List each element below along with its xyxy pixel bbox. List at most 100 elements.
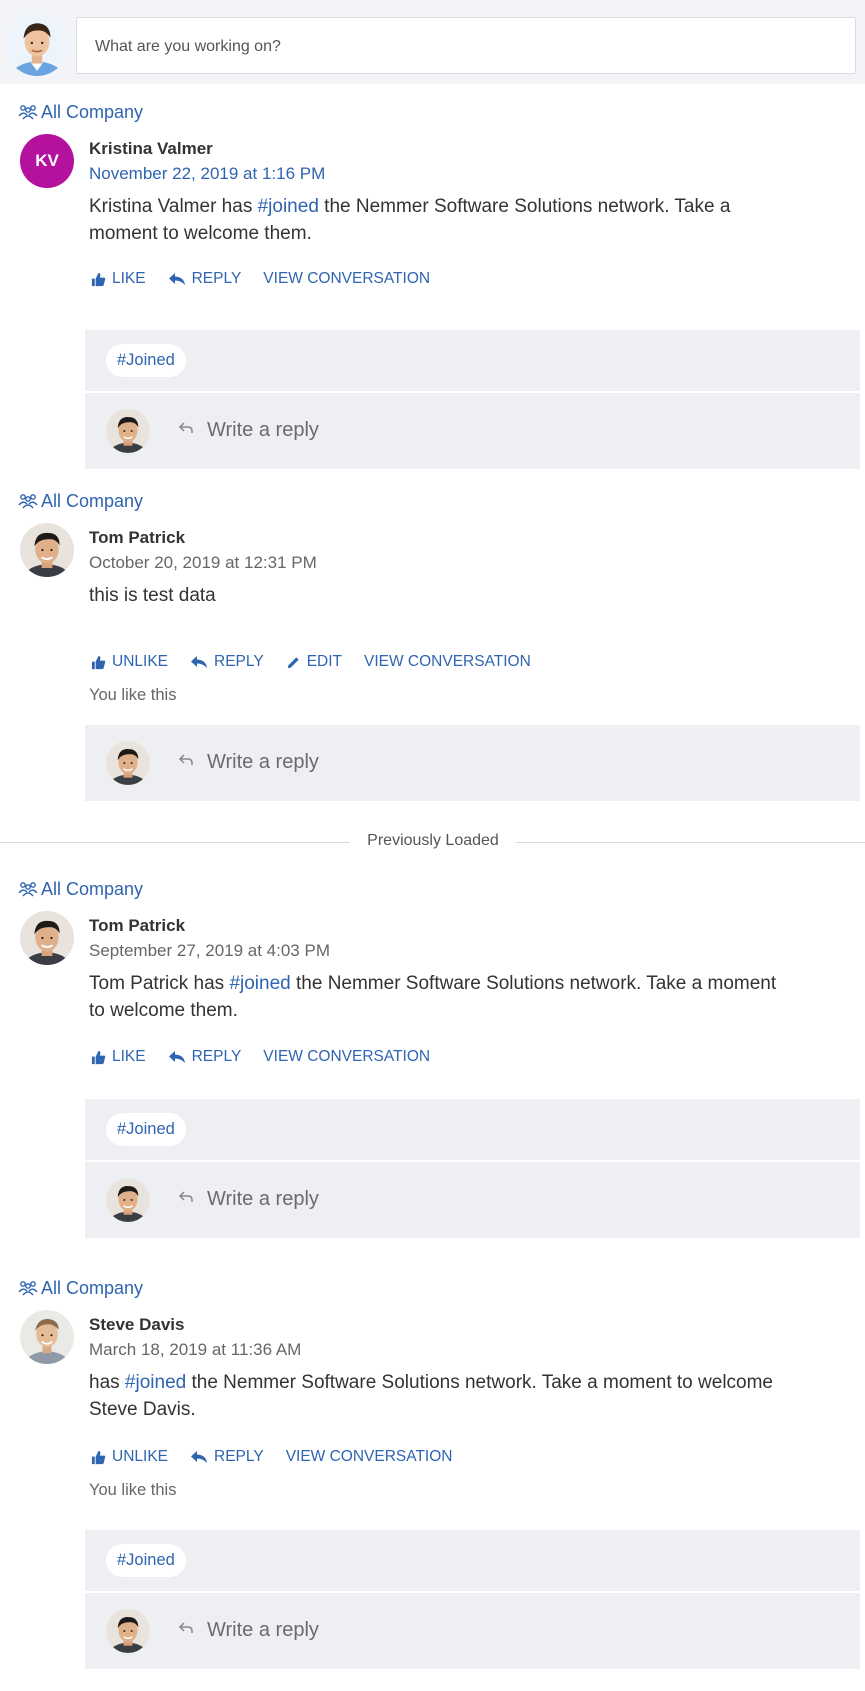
thumb-up-icon	[91, 272, 106, 287]
author-name[interactable]: Tom Patrick	[89, 916, 185, 936]
topic-tag[interactable]: #Joined	[106, 1113, 186, 1146]
post-actions: LIKE REPLY VIEW CONVERSATION	[91, 1048, 452, 1066]
reply-arrow-icon	[178, 421, 194, 435]
post-body-text: Tom Patrick has	[89, 973, 230, 994]
reply-input[interactable]: Write a reply	[207, 419, 319, 442]
view-conversation-label: VIEW CONVERSATION	[285, 1448, 453, 1465]
author-avatar[interactable]	[20, 523, 74, 577]
reply-button[interactable]: REPLY	[168, 1048, 242, 1066]
group-link[interactable]: All Company	[18, 1276, 143, 1300]
reply-button[interactable]: REPLY	[168, 270, 242, 288]
view-conversation-label: VIEW CONVERSATION	[263, 270, 431, 287]
like-label: LIKE	[112, 1048, 146, 1065]
reply-label: REPLY	[214, 653, 264, 670]
hashtag-link[interactable]: #joined	[125, 1372, 186, 1393]
reply-avatar	[106, 409, 150, 453]
post-body: has #joined the Nemmer Software Solution…	[89, 1369, 789, 1423]
group-link[interactable]: All Company	[18, 489, 143, 513]
topic-tags: #Joined	[85, 1099, 860, 1160]
reply-box[interactable]: Write a reply	[85, 725, 860, 801]
group-name[interactable]: All Company	[41, 1278, 143, 1299]
hashtag-link[interactable]: #joined	[229, 973, 290, 994]
current-user-avatar[interactable]	[6, 14, 68, 76]
reply-box[interactable]: Write a reply	[85, 1162, 860, 1238]
view-conversation-label: VIEW CONVERSATION	[364, 653, 531, 670]
group-name[interactable]: All Company	[41, 491, 143, 512]
edit-label: EDIT	[306, 653, 342, 670]
group-icon	[18, 104, 38, 120]
reply-label: REPLY	[191, 1048, 242, 1065]
post-actions: UNLIKE REPLY VIEW CONVERSATION	[91, 1448, 474, 1466]
reply-box[interactable]: Write a reply	[85, 1593, 860, 1669]
author-initials: KV	[35, 151, 59, 170]
group-icon	[18, 493, 38, 509]
author-avatar[interactable]: KV	[20, 134, 74, 188]
post-date[interactable]: November 22, 2019 at 1:16 PM	[89, 164, 325, 184]
reply-input[interactable]: Write a reply	[207, 1188, 319, 1211]
group-name[interactable]: All Company	[41, 879, 143, 900]
topic-tags: #Joined	[85, 1530, 860, 1591]
reply-arrow-icon	[178, 1190, 194, 1204]
group-link[interactable]: All Company	[18, 100, 143, 124]
topic-tags: #Joined	[85, 330, 860, 391]
view-conversation-label: VIEW CONVERSATION	[263, 1048, 431, 1065]
post-body-text: has	[89, 1372, 125, 1393]
author-name[interactable]: Kristina Valmer	[89, 139, 213, 159]
like-label: LIKE	[112, 270, 146, 287]
like-status: You like this	[89, 1481, 177, 1499]
reply-input[interactable]: Write a reply	[207, 1619, 319, 1642]
post-body-text: the Nemmer Software Solutions network. T…	[89, 1372, 773, 1420]
unlike-button[interactable]: UNLIKE	[91, 653, 168, 671]
post-actions: UNLIKE REPLY EDIT VIEW CONVERSATION	[91, 653, 553, 671]
reply-icon	[168, 1050, 186, 1064]
pencil-icon	[286, 655, 301, 670]
post-body-text: this is test data	[89, 585, 216, 606]
post-body: Kristina Valmer has #joined the Nemmer S…	[89, 193, 789, 247]
hashtag-link[interactable]: #joined	[258, 196, 319, 217]
reply-arrow-icon	[178, 753, 194, 767]
reply-avatar	[106, 1609, 150, 1653]
unlike-button[interactable]: UNLIKE	[91, 1448, 168, 1466]
group-name[interactable]: All Company	[41, 102, 143, 123]
view-conversation-button[interactable]: VIEW CONVERSATION	[263, 1048, 430, 1066]
author-avatar[interactable]	[20, 1310, 74, 1364]
topic-tag[interactable]: #Joined	[106, 344, 186, 377]
unlike-label: UNLIKE	[112, 1448, 168, 1465]
thumb-up-icon	[91, 1450, 106, 1465]
reply-input[interactable]: Write a reply	[207, 751, 319, 774]
reply-icon	[190, 655, 208, 669]
author-name[interactable]: Steve Davis	[89, 1315, 184, 1335]
group-icon	[18, 881, 38, 897]
reply-label: REPLY	[191, 270, 242, 287]
author-name[interactable]: Tom Patrick	[89, 528, 185, 548]
like-button[interactable]: LIKE	[91, 1048, 146, 1066]
group-link[interactable]: All Company	[18, 877, 143, 901]
reply-icon	[190, 1450, 208, 1464]
thumb-up-icon	[91, 1050, 106, 1065]
group-icon	[18, 1280, 38, 1296]
post-date[interactable]: October 20, 2019 at 12:31 PM	[89, 553, 317, 573]
edit-button[interactable]: EDIT	[286, 653, 342, 671]
previously-loaded-label: Previously Loaded	[350, 832, 516, 852]
post-composer-input[interactable]: What are you working on?	[76, 17, 856, 74]
reply-avatar	[106, 741, 150, 785]
reply-button[interactable]: REPLY	[190, 1448, 264, 1466]
like-status: You like this	[89, 686, 177, 704]
post-body-text: Kristina Valmer has	[89, 196, 258, 217]
reply-arrow-icon	[178, 1621, 194, 1635]
post-date[interactable]: March 18, 2019 at 11:36 AM	[89, 1340, 301, 1360]
view-conversation-button[interactable]: VIEW CONVERSATION	[364, 653, 531, 671]
author-avatar[interactable]	[20, 911, 74, 965]
topic-tag[interactable]: #Joined	[106, 1544, 186, 1577]
reply-label: REPLY	[214, 1448, 264, 1465]
reply-box[interactable]: Write a reply	[85, 393, 860, 469]
reply-icon	[168, 272, 186, 286]
view-conversation-button[interactable]: VIEW CONVERSATION	[286, 1448, 453, 1466]
like-button[interactable]: LIKE	[91, 270, 146, 288]
thumb-up-icon	[91, 655, 106, 670]
post-body: this is test data	[89, 582, 789, 609]
post-date[interactable]: September 27, 2019 at 4:03 PM	[89, 941, 330, 961]
reply-avatar	[106, 1178, 150, 1222]
view-conversation-button[interactable]: VIEW CONVERSATION	[263, 270, 430, 288]
reply-button[interactable]: REPLY	[190, 653, 264, 671]
